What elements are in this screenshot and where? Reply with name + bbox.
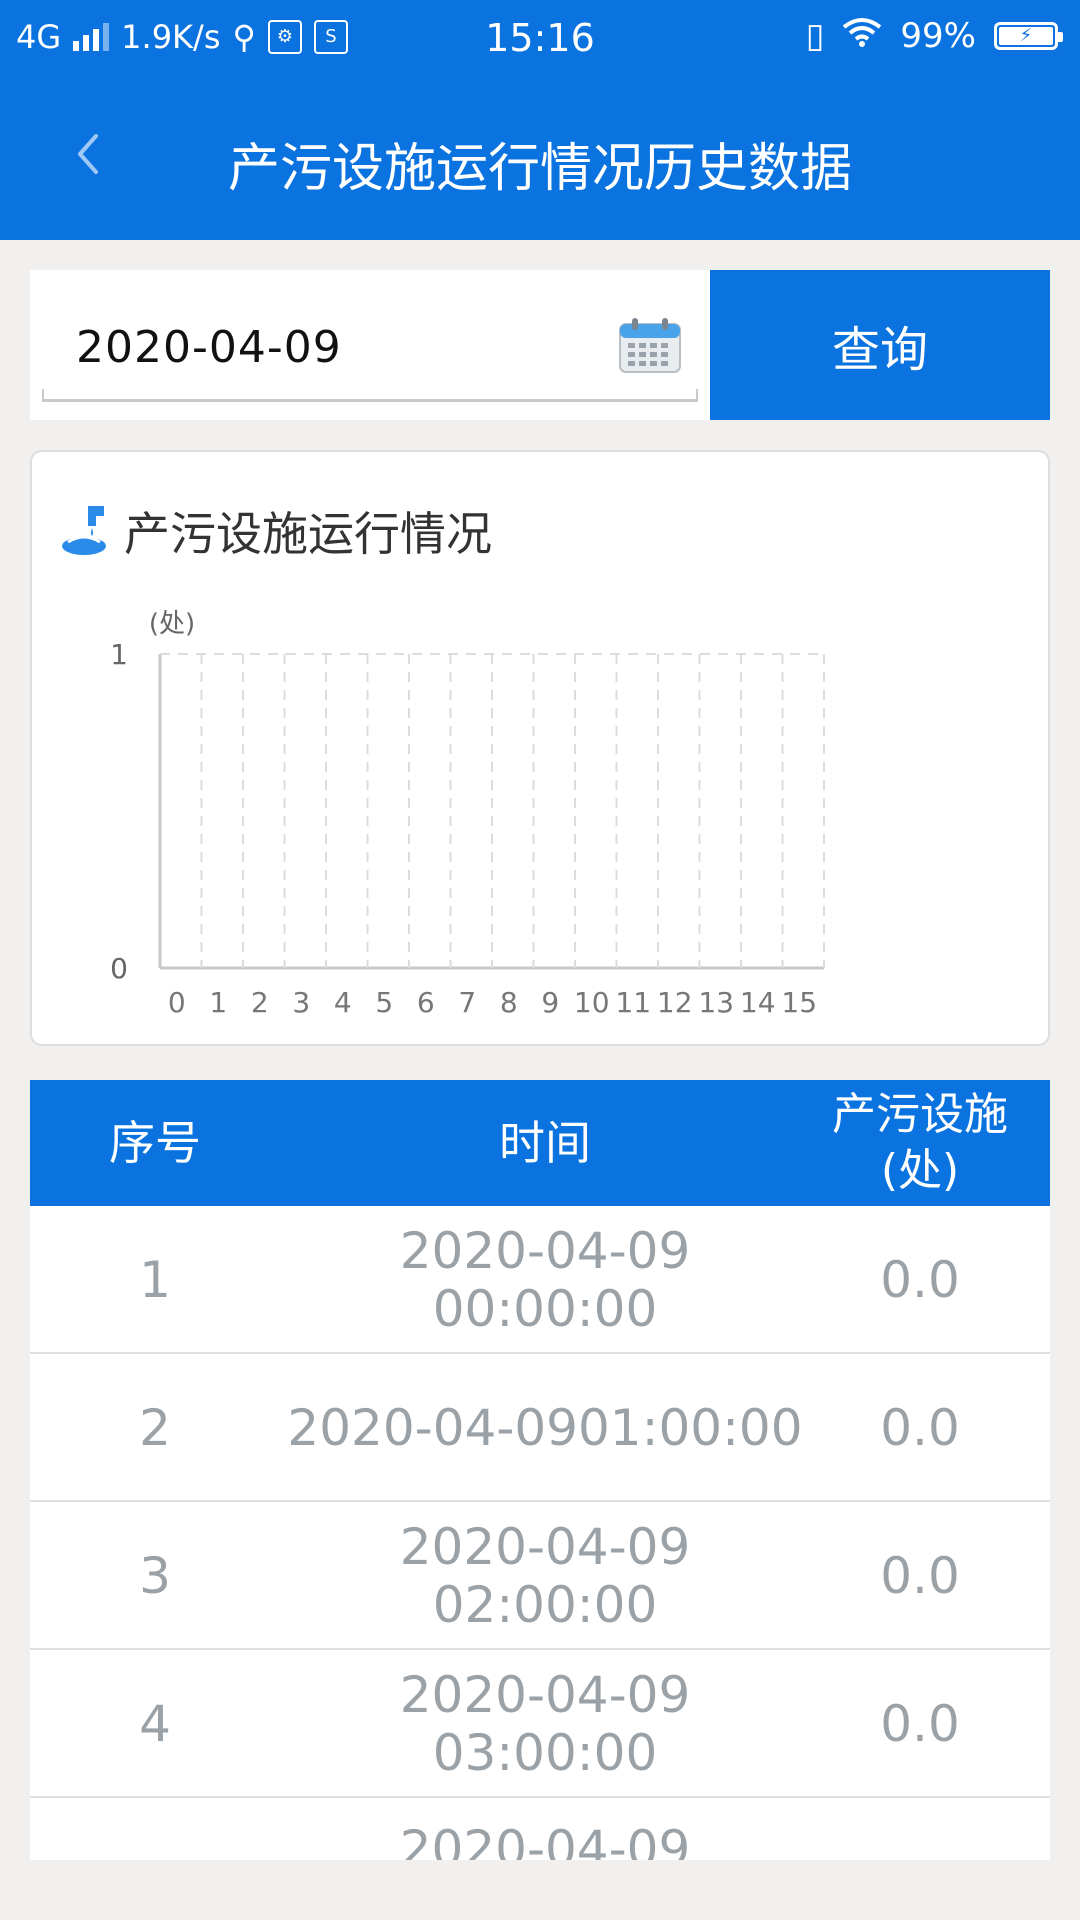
cell-time-date: 2020-04-09 — [399, 1222, 691, 1280]
operation-chart: (处)010 1 2 3 4 5 6 7 8 9 10 11 12 13 14 15 — [110, 609, 825, 1019]
calendar-icon[interactable] — [618, 316, 682, 374]
vibrate-icon: ▯ — [805, 16, 825, 56]
x-tick-label: 6 — [417, 986, 435, 1019]
table-row[interactable]: 4 2020-04-09 03:00:00 0.0 — [30, 1650, 1050, 1798]
x-tick-label: 2 — [251, 986, 269, 1019]
cell-time-clock: 02:00:00 — [432, 1576, 658, 1634]
date-underline — [42, 389, 698, 402]
cell-time: 2020-04-09 03:00:00 — [280, 1650, 810, 1798]
cell-time-date: 2020-04-09 — [399, 1666, 691, 1724]
x-tick-label: 15 — [781, 986, 817, 1019]
x-tick-label: 8 — [500, 986, 518, 1019]
cell-time: 2020-04-09 — [280, 1798, 810, 1860]
status-bar: 4G 1.9K/s ⚲ ⚙ S 15:16 ▯ 99% ⚡ — [0, 0, 1080, 74]
cell-time-date: 2020-04-09 — [399, 1518, 691, 1576]
x-tick-label: 13 — [698, 986, 734, 1019]
cell-time: 2020-04-09 00:00:00 — [280, 1206, 810, 1354]
date-value: 2020-04-09 — [76, 322, 342, 373]
y-tick-label: 0 — [110, 952, 128, 985]
chart-card: 产污设施运行情况 (处) 0 1 0 1 2 3 4 5 6 7 8 9 10 11 12 13 14 15 — [30, 450, 1050, 1046]
status-right: ▯ 99% ⚡ — [805, 16, 1063, 56]
cell-index — [30, 1798, 280, 1860]
cell-value: 0.0 — [880, 1399, 960, 1457]
query-button[interactable]: 查询 — [710, 270, 1050, 420]
date-field[interactable]: 2020-04-09 — [30, 270, 710, 420]
cell-time-date: 2020-04-0901:00:00 — [287, 1399, 803, 1457]
table-row[interactable]: 1 2020-04-09 00:00:00 0.0 — [30, 1206, 1050, 1354]
cell-time-clock: 03:00:00 — [432, 1724, 658, 1782]
cell-time: 2020-04-09 02:00:00 — [280, 1502, 810, 1650]
header-time: 时间 — [499, 1116, 591, 1170]
header-index: 序号 — [109, 1116, 201, 1170]
battery-icon: ⚡ — [994, 22, 1063, 50]
wifi-icon — [842, 16, 882, 56]
header-facility-count: 产污设施 (处) — [790, 1080, 1050, 1206]
table-row[interactable]: 3 2020-04-09 02:00:00 0.0 — [30, 1502, 1050, 1650]
page-title: 产污设施运行情况历史数据 — [227, 139, 852, 199]
x-tick-label: 9 — [541, 986, 559, 1019]
cell-index: 3 — [139, 1547, 171, 1605]
cell-index: 4 — [139, 1695, 171, 1753]
y-tick-label: 1 — [110, 638, 128, 671]
x-tick-label: 0 — [168, 986, 186, 1019]
table-row[interactable]: 2020-04-09 — [30, 1798, 1050, 1860]
table-row[interactable]: 2 2020-04-0901:00:00 0.0 — [30, 1354, 1050, 1502]
x-tick-label: 11 — [615, 986, 651, 1019]
cell-value: 0.0 — [880, 1695, 960, 1753]
x-tick-label: 3 — [292, 986, 310, 1019]
app-header: 产污设施运行情况历史数据 — [0, 74, 1080, 240]
header-facility-line1: 产污设施 — [832, 1089, 1008, 1140]
cell-index: 1 — [139, 1251, 171, 1309]
cell-index: 2 — [139, 1399, 171, 1457]
history-table: 序号 时间 产污设施 (处) 1 2020-04-09 00:00:00 0.0 2… — [30, 1080, 1050, 1860]
cell-time: 2020-04-0901:00:00 — [280, 1354, 810, 1502]
x-tick-label: 12 — [657, 986, 693, 1019]
x-tick-label: 14 — [740, 986, 776, 1019]
cell-time-date: 2020-04-09 — [399, 1820, 691, 1860]
cell-value — [790, 1798, 1050, 1860]
y-unit-label: (处) — [149, 609, 195, 639]
cell-value: 0.0 — [880, 1251, 960, 1309]
header-facility-line2: (处) — [880, 1145, 960, 1196]
x-tick-label: 7 — [458, 986, 476, 1019]
table-header: 序号 时间 产污设施 (处) — [30, 1080, 1050, 1206]
battery-percent: 99% — [900, 16, 976, 56]
x-tick-label: 5 — [375, 986, 393, 1019]
x-tick-label: 1 — [209, 986, 227, 1019]
cell-time-clock: 00:00:00 — [432, 1280, 658, 1338]
x-tick-label: 4 — [334, 986, 352, 1019]
x-tick-label: 10 — [574, 986, 610, 1019]
cell-value: 0.0 — [880, 1547, 960, 1605]
search-row: 2020-04-09 查询 — [30, 270, 1050, 420]
